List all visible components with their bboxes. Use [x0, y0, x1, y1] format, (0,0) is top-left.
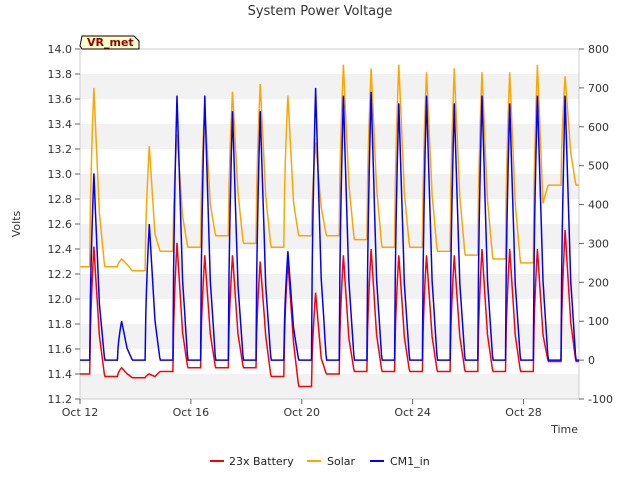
vr-met-badge: VR_met	[79, 35, 140, 50]
left-tick-label: 11.4	[48, 368, 73, 381]
left-tick-label: 12.0	[48, 293, 73, 306]
x-tick-label: Oct 12	[62, 406, 99, 419]
right-tick-label: 400	[588, 199, 609, 212]
x-tick-label: Oct 24	[394, 406, 431, 419]
grid-band	[80, 274, 579, 299]
left-tick-label: 13.2	[48, 143, 73, 156]
right-tick-label: 700	[588, 82, 609, 95]
legend-label-cm1: CM1_in	[390, 455, 430, 468]
x-tick-label: Oct 16	[173, 406, 210, 419]
legend-label-solar: Solar	[327, 455, 356, 468]
left-tick-label: 13.6	[48, 93, 73, 106]
left-tick-label: 11.8	[48, 318, 73, 331]
left-tick-label: 13.8	[48, 68, 73, 81]
left-tick-label: 12.2	[48, 268, 73, 281]
left-tick-label: 13.4	[48, 118, 73, 131]
left-axis: 11.2 11.4 11.6 11.8 12.0 12.2 12.4 12.6 12.8 13.0…	[48, 43, 80, 406]
right-tick-label: 600	[588, 121, 609, 134]
legend-label-battery: 23x Battery	[229, 455, 294, 468]
left-tick-label: 13.0	[48, 168, 73, 181]
x-axis-title: Time	[550, 423, 578, 436]
grid-band	[80, 124, 579, 149]
x-tick-label: Oct 28	[505, 406, 542, 419]
x-tick-label: Oct 20	[284, 406, 321, 419]
grid-band	[80, 324, 579, 349]
grid-band	[80, 174, 579, 199]
chart-svg: 11.2 11.4 11.6 11.8 12.0 12.2 12.4 12.6 12.8 13.0…	[10, 4, 613, 468]
right-tick-label: 800	[588, 43, 609, 56]
left-tick-label: 12.6	[48, 218, 73, 231]
x-axis: Oct 12 Oct 16 Oct 20 Oct 24 Oct 28	[62, 399, 542, 419]
left-tick-label: 11.6	[48, 343, 73, 356]
right-tick-label: 0	[588, 354, 595, 367]
grid-band	[80, 74, 579, 99]
left-tick-label: 11.2	[48, 393, 73, 406]
left-tick-label: 12.4	[48, 243, 73, 256]
right-tick-label: 100	[588, 315, 609, 328]
grid-band	[80, 374, 579, 399]
left-tick-label: 12.8	[48, 193, 73, 206]
right-tick-label: -100	[588, 393, 613, 406]
y-axis-title: Volts	[10, 210, 23, 237]
chart-title: System Power Voltage	[248, 4, 393, 19]
legend: 23x Battery Solar CM1_in	[210, 455, 430, 468]
left-tick-label: 14.0	[48, 43, 73, 56]
right-axis: -100 0 100 200 300 400 500 600 700 800	[579, 43, 613, 406]
right-tick-label: 300	[588, 237, 609, 250]
grid-bands	[80, 74, 579, 399]
right-tick-label: 500	[588, 160, 609, 173]
badge-label: VR_met	[87, 36, 134, 49]
right-tick-label: 200	[588, 276, 609, 289]
